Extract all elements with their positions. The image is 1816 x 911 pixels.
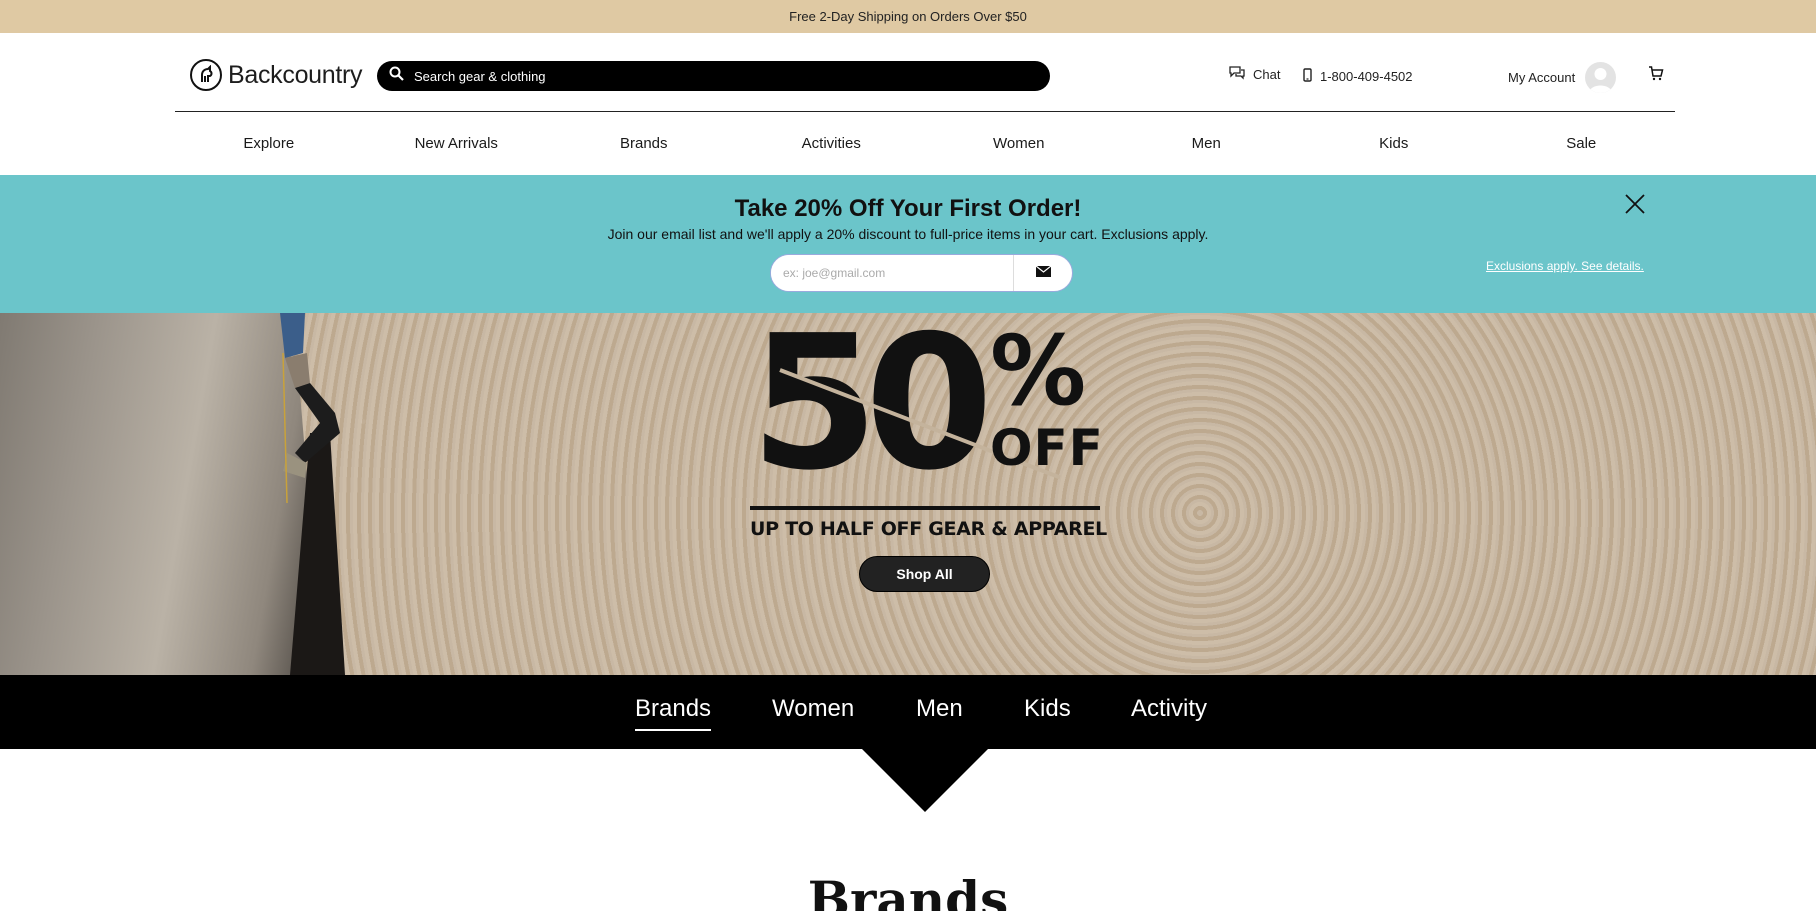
- avatar[interactable]: [1585, 62, 1617, 93]
- site-header: Backcountry Chat 1-800-409-4502 My Accou…: [0, 33, 1816, 111]
- search-icon[interactable]: [389, 66, 404, 86]
- cart-icon[interactable]: [1648, 66, 1664, 86]
- hero-tagline: UP TO HALF OFF GEAR & APPAREL: [750, 518, 1107, 540]
- tab-women[interactable]: Women: [772, 695, 854, 723]
- hero-divider: [750, 506, 1100, 510]
- email-submit-button[interactable]: [1013, 255, 1072, 291]
- tab-pointer: [862, 749, 988, 812]
- shop-all-button[interactable]: Shop All: [859, 556, 990, 592]
- envelope-icon: [1035, 264, 1051, 282]
- logo[interactable]: Backcountry: [190, 59, 363, 91]
- nav-item-sale[interactable]: Sale: [1488, 135, 1676, 152]
- search-bar[interactable]: [377, 61, 1050, 91]
- main-nav: Explore New Arrivals Brands Activities W…: [175, 112, 1675, 175]
- promo-title: Take 20% Off Your First Order!: [734, 195, 1082, 222]
- nav-item-women[interactable]: Women: [925, 135, 1113, 152]
- goat-logo-icon: [190, 59, 222, 91]
- hero-off-text: OFF: [990, 419, 1104, 477]
- exclusions-details-link[interactable]: Exclusions apply. See details.: [1486, 259, 1644, 273]
- chat-link[interactable]: Chat: [1229, 66, 1280, 83]
- my-account-link[interactable]: My Account: [1508, 62, 1617, 93]
- nav-item-kids[interactable]: Kids: [1300, 135, 1488, 152]
- chat-label: Chat: [1253, 67, 1281, 82]
- tab-kids[interactable]: Kids: [1024, 695, 1071, 723]
- search-input[interactable]: [414, 68, 1014, 84]
- shipping-banner-text[interactable]: Free 2-Day Shipping on Orders Over $50: [789, 9, 1027, 24]
- nav-item-new-arrivals[interactable]: New Arrivals: [363, 135, 551, 152]
- chat-bubble-icon: [1229, 66, 1245, 83]
- close-icon[interactable]: [1624, 193, 1646, 215]
- phone-link[interactable]: 1-800-409-4502: [1303, 68, 1413, 85]
- section-title: Brands: [807, 870, 1009, 911]
- my-account-label: My Account: [1508, 70, 1576, 85]
- mobile-phone-icon: [1303, 68, 1312, 85]
- promo-subtitle: Join our email list and we'll apply a 20…: [607, 226, 1209, 242]
- logo-text: Backcountry: [228, 60, 363, 89]
- hero-banner[interactable]: 50 % OFF UP TO HALF OFF GEAR & APPAREL: [0, 313, 1816, 675]
- nav-item-activities[interactable]: Activities: [738, 135, 926, 152]
- category-tabs: Brands Women Men Kids Activity: [0, 675, 1816, 749]
- email-signup-banner: Take 20% Off Your First Order! Join our …: [0, 175, 1816, 313]
- email-signup-form: [770, 254, 1073, 292]
- nav-item-brands[interactable]: Brands: [550, 135, 738, 152]
- hero-percent-sign: %: [990, 315, 1087, 427]
- nav-item-explore[interactable]: Explore: [175, 135, 363, 152]
- tab-men[interactable]: Men: [916, 695, 963, 723]
- climber-image: [280, 313, 340, 503]
- tab-brands[interactable]: Brands: [635, 695, 712, 731]
- phone-number: 1-800-409-4502: [1320, 69, 1413, 84]
- tab-activity[interactable]: Activity: [1131, 695, 1207, 723]
- shipping-banner[interactable]: Free 2-Day Shipping on Orders Over $50: [0, 0, 1816, 33]
- nav-item-men[interactable]: Men: [1113, 135, 1301, 152]
- email-field[interactable]: [771, 255, 1013, 291]
